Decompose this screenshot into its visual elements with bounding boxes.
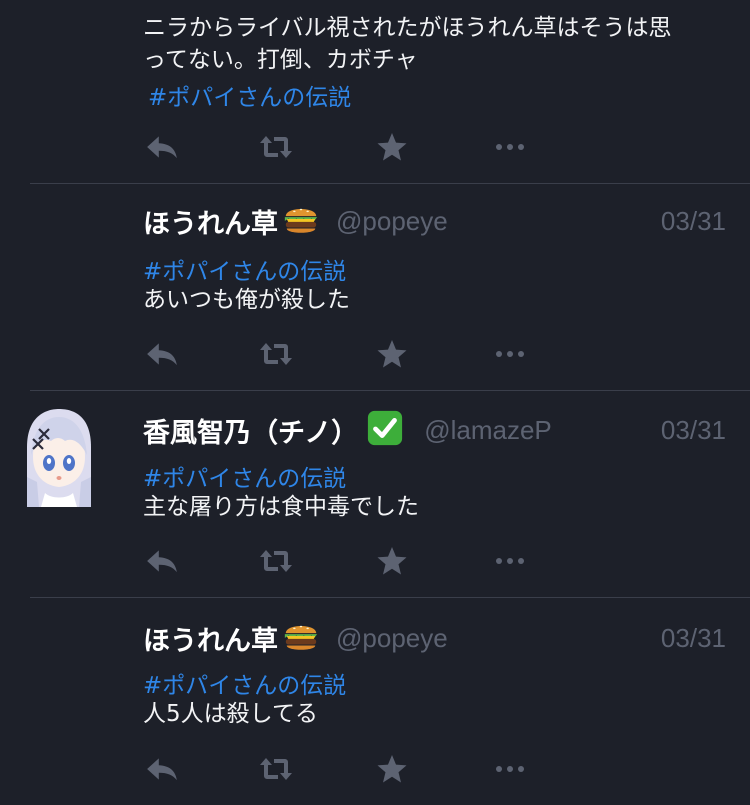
reply-icon[interactable] xyxy=(145,337,179,371)
hashtag-link[interactable]: #ポパイさんの伝説 xyxy=(148,78,351,112)
reply-icon[interactable] xyxy=(145,130,179,164)
tweet-date: 03/31 xyxy=(660,205,726,236)
retweet-icon[interactable] xyxy=(259,752,293,786)
more-icon[interactable] xyxy=(495,752,525,786)
star-icon[interactable] xyxy=(377,544,407,578)
tweet-header: 香風智乃（チノ） @lamazeP 03/31 xyxy=(143,410,726,450)
user-handle[interactable]: @popeye xyxy=(336,206,448,237)
retweet-icon[interactable] xyxy=(259,337,293,371)
hashtag-link[interactable]: #ポパイさんの伝説 xyxy=(143,459,346,493)
star-icon[interactable] xyxy=(377,130,407,164)
more-icon[interactable] xyxy=(495,337,525,371)
tweet-1[interactable]: ニラからライバル視されたがほうれん草はそうは思 ってない。打倒、カボチャ #ポパ… xyxy=(0,0,750,184)
user-name[interactable]: ほうれん草 xyxy=(143,202,278,241)
reply-icon[interactable] xyxy=(145,544,179,578)
tweet-text-line-2: ってない。打倒、カボチャ xyxy=(143,47,418,73)
tweet-actions xyxy=(145,130,545,164)
more-icon[interactable] xyxy=(495,130,525,164)
retweet-icon[interactable] xyxy=(259,544,293,578)
tweet-header: ほうれん草 @popeye 03/31 xyxy=(143,618,726,658)
tweet-date: 03/31 xyxy=(660,414,726,445)
hashtag-link[interactable]: #ポパイさんの伝説 xyxy=(143,252,346,286)
tweet-text-line-1: ニラからライバル視されたがほうれん草はそうは思 xyxy=(143,15,672,41)
retweet-icon[interactable] xyxy=(259,130,293,164)
user-handle[interactable]: @popeye xyxy=(336,623,448,654)
reply-icon[interactable] xyxy=(145,752,179,786)
user-handle[interactable]: @lamazeP xyxy=(424,415,552,446)
user-name[interactable]: 香風智乃（チノ） xyxy=(143,411,358,450)
user-name[interactable]: ほうれん草 xyxy=(143,619,278,658)
more-icon[interactable] xyxy=(495,544,525,578)
tweet-4[interactable]: ほうれん草 @popeye 03/31 #ポパイさんの伝説 人5人は殺してる xyxy=(0,598,750,805)
star-icon[interactable] xyxy=(377,752,407,786)
avatar[interactable] xyxy=(25,407,93,507)
tweet-header: ほうれん草 @popeye 03/31 xyxy=(143,201,726,241)
tweet-2[interactable]: ほうれん草 @popeye 03/31 #ポパイさんの伝説 あいつも俺が殺した xyxy=(0,184,750,391)
tweet-actions xyxy=(145,337,545,371)
tweet-actions xyxy=(145,752,545,786)
tweet-actions xyxy=(145,544,545,578)
tweet-text: 人5人は殺してる xyxy=(143,701,318,727)
star-icon[interactable] xyxy=(377,337,407,371)
tweet-text: 主な屠り方は食中毒でした xyxy=(143,494,419,520)
hamburger-icon xyxy=(282,200,320,242)
tweet-text: あいつも俺が殺した xyxy=(143,287,350,313)
hamburger-icon xyxy=(282,617,320,659)
check-mark-icon xyxy=(366,409,404,451)
hashtag-link[interactable]: #ポパイさんの伝説 xyxy=(143,666,346,700)
tweet-date: 03/31 xyxy=(660,622,726,653)
tweet-3[interactable]: 香風智乃（チノ） @lamazeP 03/31 #ポパイさんの伝説 主な屠り方は… xyxy=(0,391,750,598)
